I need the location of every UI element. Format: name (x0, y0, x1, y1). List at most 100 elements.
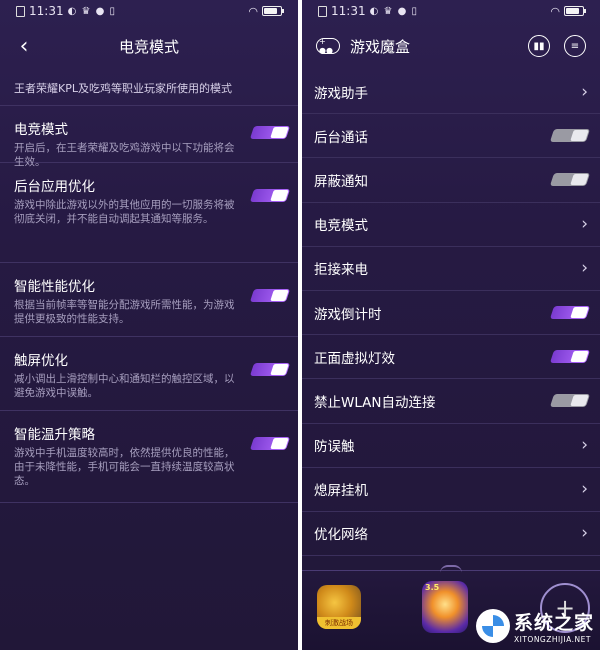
menu-item[interactable]: 正面虚拟灯效 (302, 335, 600, 380)
battery-icon (262, 6, 284, 16)
setting-title: 智能性能优化 (14, 279, 95, 295)
menu-toggle[interactable] (549, 173, 591, 187)
menu-item[interactable]: 拒接来电 › (302, 247, 600, 291)
chevron-right-icon: › (581, 523, 588, 544)
menu-item-label: 拒接来电 (314, 262, 368, 279)
menu-item-control (549, 306, 591, 320)
toggle-knob (570, 351, 589, 363)
menu-toggle[interactable] (549, 394, 591, 408)
chevron-right-icon: › (581, 479, 588, 500)
mode-intro: 王者荣耀KPL及吃鸡等职业玩家所使用的模式 (0, 70, 298, 106)
setting-row: 触屏优化减小调出上滑控制中心和通知栏的触控区域，以避免游戏中误触。 (0, 337, 298, 411)
menu-toggle[interactable] (549, 350, 591, 364)
menu-item[interactable]: 屏蔽通知 (302, 158, 600, 203)
menu-item[interactable]: 优化网络 › (302, 512, 600, 557)
notification-icons: ◐ ♛ ● ▯ (369, 5, 419, 17)
esports-mode-screen: 11:31 ◐ ♛ ● ▯ ◠ ‹ 电竞模式 王者荣耀KPL及吃鸡等职业玩家所使… (0, 0, 298, 650)
status-time: 11:31 (331, 4, 366, 18)
toggle-knob (570, 174, 589, 186)
setting-toggle[interactable] (249, 126, 291, 139)
menu-item[interactable]: 电竞模式 › (302, 203, 600, 247)
gamepad-icon: + ●● (316, 37, 340, 55)
setting-toggle[interactable] (249, 437, 291, 450)
setting-row: 后台应用优化游戏中除此游戏以外的其他应用的一切服务将被彻底关闭，并不能自动调起其… (0, 163, 298, 263)
setting-toggle[interactable] (249, 363, 291, 376)
menu-item-control (549, 394, 591, 408)
menu-item-label: 防误触 (314, 439, 355, 456)
watermark: 系统之家 XITONGZHIJIA.NET (475, 608, 594, 644)
setting-description: 游戏中手机温度较高时，依然提供优良的性能，由于未降性能，手机可能会一直持续温度较… (14, 447, 235, 487)
menu-item-control: › (581, 435, 588, 455)
menu-item-label: 游戏助手 (314, 85, 368, 102)
menu-item-control (549, 350, 591, 364)
menu-item-label: 电竞模式 (314, 218, 368, 235)
chevron-right-icon: › (581, 435, 588, 456)
toggle-knob (270, 127, 289, 138)
setting-title: 触屏优化 (14, 353, 68, 369)
menu-item-control (549, 129, 591, 143)
setting-toggle[interactable] (249, 189, 291, 202)
setting-row: 智能性能优化根据当前帧率等智能分配游戏所需性能，为游戏提供更极致的性能支持。 (0, 263, 298, 337)
status-bar: 11:31 ◐ ♛ ● ▯ ◠ (302, 0, 600, 22)
back-arrow-icon[interactable]: ‹ (14, 34, 34, 59)
game-app-honor-of-kings[interactable]: 3.5 (422, 581, 468, 633)
watermark-logo-icon (475, 609, 510, 643)
game-app-pubg[interactable]: 刺激战场 (317, 585, 361, 629)
setting-row: 电竞模式 开启后，在王者荣耀及吃鸡游戏中以下功能将会生效。 (0, 106, 298, 168)
chevron-right-icon: › (581, 258, 588, 279)
menu-item[interactable]: 游戏助手 › (302, 70, 600, 115)
performance-chart-icon[interactable]: ▮▮ (528, 35, 550, 57)
menu-item-control: › (581, 82, 588, 102)
watermark-text: 系统之家 (513, 612, 594, 634)
app-ribbon: 刺激战场 (317, 617, 361, 629)
toggle-knob (270, 438, 289, 449)
toggle-knob (570, 130, 589, 142)
menu-item-control (549, 173, 591, 187)
toggle-knob (270, 290, 289, 301)
menu-item-control: › (581, 523, 588, 543)
setting-row: 智能温升策略游戏中手机温度较高时，依然提供优良的性能，由于未降性能，手机可能会一… (0, 411, 298, 503)
setting-description: 根据当前帧率等智能分配游戏所需性能，为游戏提供更极致的性能支持。 (14, 299, 235, 325)
menu-toggle[interactable] (549, 306, 591, 320)
toggle-knob (570, 307, 589, 319)
status-bar: 11:31 ◐ ♛ ● ▯ ◠ (0, 0, 298, 22)
toggle-knob (270, 190, 289, 201)
menu-item-label: 正面虚拟灯效 (314, 350, 395, 367)
setting-title: 电竞模式 (14, 122, 68, 138)
chevron-right-icon: › (581, 81, 588, 102)
menu-item-label: 后台通话 (314, 129, 368, 146)
menu-item-control: › (581, 214, 588, 234)
page-title: 电竞模式 (118, 37, 179, 56)
menu-item[interactable]: 禁止WLAN自动连接 (302, 379, 600, 424)
tray-handle[interactable] (440, 565, 462, 573)
esports-settings-list: 电竞模式 开启后，在王者荣耀及吃鸡游戏中以下功能将会生效。后台应用优化游戏中除此游… (0, 106, 298, 503)
menu-item-label: 游戏倒计时 (314, 306, 382, 323)
list-icon[interactable]: ≡ (564, 35, 586, 57)
menu-item-label: 优化网络 (314, 527, 368, 544)
game-box-menu: 游戏助手 › 后台通话屏蔽通知电竞模式 › 拒接来电 › 游戏倒计时正面虚拟灯效禁止WLAN… (302, 70, 600, 557)
menu-item[interactable]: 熄屏挂机 › (302, 468, 600, 512)
header: + ●● 游戏魔盒 ▮▮ ≡ (302, 22, 600, 70)
sim-icon (318, 5, 327, 17)
setting-title: 智能温升策略 (14, 427, 95, 443)
setting-description: 游戏中除此游戏以外的其他应用的一切服务将被彻底关闭，并不能自动调起其通知等服务。 (14, 199, 235, 225)
watermark-url: XITONGZHIJIA.NET (513, 635, 591, 644)
game-box-screen: 11:31 ◐ ♛ ● ▯ ◠ + ●● 游戏魔盒 ▮▮ ≡ 游戏助手 › 后台通话… (302, 0, 600, 650)
menu-item-control: › (581, 479, 588, 499)
page-title: 游戏魔盒 (350, 37, 411, 56)
menu-item-label: 禁止WLAN自动连接 (314, 394, 436, 411)
toggle-knob (270, 364, 289, 375)
menu-item[interactable]: 后台通话 (302, 114, 600, 159)
setting-title: 后台应用优化 (14, 179, 95, 195)
menu-item[interactable]: 防误触 › (302, 424, 600, 468)
toggle-knob (570, 395, 589, 407)
menu-item-control: › (581, 258, 588, 278)
menu-item[interactable]: 游戏倒计时 (302, 291, 600, 336)
battery-icon (564, 6, 586, 16)
menu-item-label: 熄屏挂机 (314, 483, 368, 500)
setting-toggle[interactable] (249, 289, 291, 302)
sim-icon (16, 5, 25, 17)
app-badge: 3.5 (425, 583, 440, 592)
menu-toggle[interactable] (549, 129, 591, 143)
setting-description: 减小调出上滑控制中心和通知栏的触控区域，以避免游戏中误触。 (14, 373, 235, 399)
